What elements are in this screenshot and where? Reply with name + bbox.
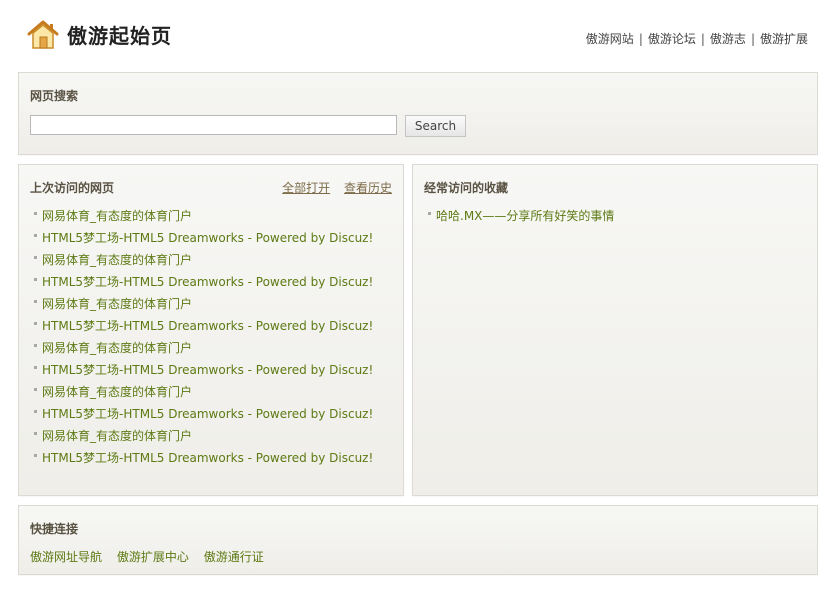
search-button[interactable]: Search (405, 115, 466, 137)
list-item: HTML5梦工场-HTML5 Dreamworks - Powered by D… (32, 229, 373, 251)
bullet-icon (34, 410, 37, 413)
recent-pages-actions: 全部打开 查看历史 (272, 179, 392, 196)
nav-link-maxthon-blog[interactable]: 傲游志 (710, 30, 746, 47)
list-item: 网易体育_有态度的体育门户 (32, 339, 373, 361)
nav-link-maxthon-extensions[interactable]: 傲游扩展 (760, 30, 808, 47)
recent-page-link[interactable]: HTML5梦工场-HTML5 Dreamworks - Powered by D… (42, 361, 373, 379)
list-item: 网易体育_有态度的体育门户 (32, 251, 373, 273)
nav-separator: | (638, 31, 643, 46)
recent-pages-list: 网易体育_有态度的体育门户 HTML5梦工场-HTML5 Dreamworks … (32, 207, 373, 471)
bullet-icon (34, 278, 37, 281)
nav-link-maxthon-site[interactable]: 傲游网站 (586, 30, 634, 47)
list-item: 哈哈.MX——分享所有好笑的事情 (426, 207, 614, 229)
bullet-icon (34, 322, 37, 325)
recent-page-link[interactable]: 网易体育_有态度的体育门户 (42, 427, 192, 445)
favorites-panel: 经常访问的收藏 哈哈.MX——分享所有好笑的事情 (412, 164, 818, 496)
quick-links-title: 快捷连接 (30, 522, 79, 536)
list-item: HTML5梦工场-HTML5 Dreamworks - Powered by D… (32, 405, 373, 427)
search-panel-title: 网页搜索 (30, 89, 79, 103)
recent-page-link[interactable]: HTML5梦工场-HTML5 Dreamworks - Powered by D… (42, 317, 373, 335)
bullet-icon (34, 454, 37, 457)
recent-page-link[interactable]: HTML5梦工场-HTML5 Dreamworks - Powered by D… (42, 273, 373, 291)
nav-separator: | (750, 31, 755, 46)
bullet-icon (34, 256, 37, 259)
bullet-icon (34, 366, 37, 369)
recent-pages-title: 上次访问的网页 (30, 181, 115, 195)
view-history-link[interactable]: 查看历史 (344, 181, 392, 195)
bullet-icon (34, 212, 37, 215)
list-item: HTML5梦工场-HTML5 Dreamworks - Powered by D… (32, 317, 373, 339)
favorite-link[interactable]: 哈哈.MX——分享所有好笑的事情 (436, 207, 614, 225)
favorites-title: 经常访问的收藏 (424, 181, 509, 195)
recent-page-link[interactable]: 网易体育_有态度的体育门户 (42, 207, 192, 225)
quick-link-navigation[interactable]: 傲游网址导航 (30, 550, 102, 564)
list-item: HTML5梦工场-HTML5 Dreamworks - Powered by D… (32, 273, 373, 295)
search-panel: 网页搜索 Search (18, 72, 818, 155)
recent-page-link[interactable]: 网易体育_有态度的体育门户 (42, 295, 192, 313)
bullet-icon (34, 344, 37, 347)
recent-page-link[interactable]: HTML5梦工场-HTML5 Dreamworks - Powered by D… (42, 449, 373, 467)
recent-page-link[interactable]: 网易体育_有态度的体育门户 (42, 339, 192, 357)
nav-link-maxthon-forum[interactable]: 傲游论坛 (648, 30, 696, 47)
favorites-list: 哈哈.MX——分享所有好笑的事情 (426, 207, 614, 229)
page-header: 傲游起始页 傲游网站 | 傲游论坛 | 傲游志 | 傲游扩展 (0, 0, 834, 66)
list-item: 网易体育_有态度的体育门户 (32, 295, 373, 317)
list-item: 网易体育_有态度的体育门户 (32, 427, 373, 449)
bullet-icon (34, 234, 37, 237)
bullet-icon (34, 300, 37, 303)
nav-separator: | (700, 31, 705, 46)
list-item: 网易体育_有态度的体育门户 (32, 207, 373, 229)
bullet-icon (34, 388, 37, 391)
list-item: 网易体育_有态度的体育门户 (32, 383, 373, 405)
recent-page-link[interactable]: 网易体育_有态度的体育门户 (42, 251, 192, 269)
quick-link-passport[interactable]: 傲游通行证 (204, 550, 264, 564)
search-input[interactable] (30, 115, 397, 135)
recent-page-link[interactable]: 网易体育_有态度的体育门户 (42, 383, 192, 401)
recent-page-link[interactable]: HTML5梦工场-HTML5 Dreamworks - Powered by D… (42, 229, 373, 247)
recent-pages-panel: 上次访问的网页 全部打开 查看历史 网易体育_有态度的体育门户 HTML5梦工场… (18, 164, 404, 496)
page-title: 傲游起始页 (67, 24, 172, 48)
home-icon (27, 20, 59, 49)
quick-links-panel: 快捷连接 傲游网址导航 傲游扩展中心 傲游通行证 (18, 505, 818, 575)
header-nav: 傲游网站 | 傲游论坛 | 傲游志 | 傲游扩展 (586, 30, 808, 47)
list-item: HTML5梦工场-HTML5 Dreamworks - Powered by D… (32, 361, 373, 383)
open-all-link[interactable]: 全部打开 (282, 181, 330, 195)
list-item: HTML5梦工场-HTML5 Dreamworks - Powered by D… (32, 449, 373, 471)
recent-page-link[interactable]: HTML5梦工场-HTML5 Dreamworks - Powered by D… (42, 405, 373, 423)
bullet-icon (34, 432, 37, 435)
quick-links: 傲游网址导航 傲游扩展中心 傲游通行证 (30, 548, 275, 565)
bullet-icon (428, 212, 431, 215)
quick-link-extension-center[interactable]: 傲游扩展中心 (117, 550, 189, 564)
